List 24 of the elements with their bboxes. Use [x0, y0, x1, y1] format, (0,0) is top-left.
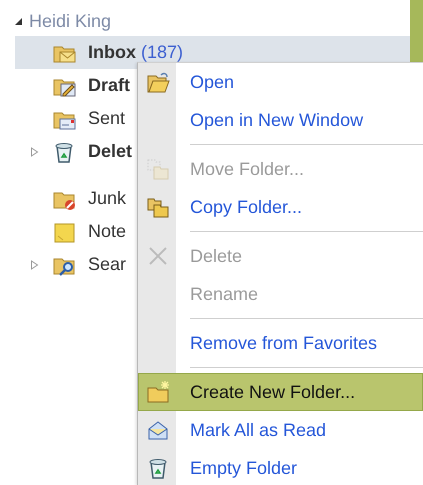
menu-item: Delete: [138, 237, 423, 275]
collapse-arrow-icon[interactable]: [14, 16, 23, 26]
pane-edge: [410, 0, 423, 62]
dotted-folder-icon: [146, 157, 170, 181]
menu-item[interactable]: Open in New Window: [138, 101, 423, 139]
folder-name[interactable]: Inbox: [88, 39, 136, 66]
folder-name[interactable]: Delet: [88, 138, 132, 165]
menu-item: Rename: [189, 282, 260, 306]
folder-name[interactable]: Junk: [88, 185, 126, 212]
menu-item[interactable]: Create New Folder...: [138, 373, 423, 411]
folder-name[interactable]: Note: [88, 218, 126, 245]
folder-name[interactable]: Sear: [88, 251, 126, 278]
menu-item[interactable]: Mark All as Read: [138, 411, 423, 449]
menu-item[interactable]: Remove from Favorites: [138, 324, 423, 362]
expand-arrow-icon[interactable]: [30, 260, 39, 270]
new-folder-icon: [146, 380, 170, 404]
unread-count: (187): [141, 41, 184, 64]
expand-arrow-icon[interactable]: [30, 146, 39, 156]
open-folder-icon: [146, 70, 170, 94]
folder-name[interactable]: Sent: [88, 105, 126, 132]
menu-item: Move Folder...: [138, 150, 423, 188]
menu-item[interactable]: Empty Folder: [138, 449, 423, 485]
menu-item[interactable]: Copy Folder...: [138, 188, 423, 226]
folder-name[interactable]: Draft: [88, 72, 130, 99]
